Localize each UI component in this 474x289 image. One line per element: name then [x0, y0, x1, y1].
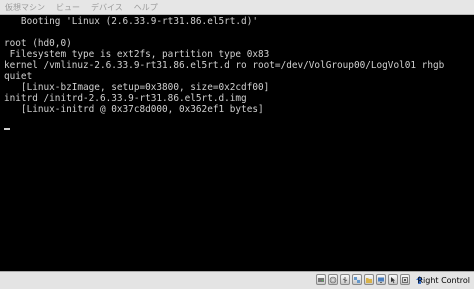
network-icon[interactable]: [352, 274, 362, 285]
console-line: root (hd0,0): [4, 38, 72, 49]
virtualization-icon: [400, 274, 410, 285]
console-line: Booting 'Linux (2.6.33.9-rt31.86.el5rt.d…: [4, 16, 258, 27]
console-line: Filesystem type is ext2fs, partition typ…: [4, 49, 270, 60]
hard-disk-icon[interactable]: [316, 274, 326, 285]
menu-view[interactable]: ビュー: [51, 0, 86, 15]
status-bar: Right Control: [0, 271, 474, 289]
mouse-integration-icon[interactable]: [388, 274, 398, 285]
vm-console-screen[interactable]: Booting 'Linux (2.6.33.9-rt31.86.el5rt.d…: [0, 15, 474, 271]
console-line: quiet: [4, 71, 33, 82]
console-line: initrd /initrd-2.6.33.9-rt31.86.el5rt.d.…: [4, 93, 247, 104]
console-line: [Linux-initrd @ 0x37c8d000, 0x362ef1 byt…: [4, 104, 264, 115]
console-line: [Linux-bzImage, setup=0x3800, size=0x2cd…: [4, 82, 270, 93]
menu-help[interactable]: ヘルプ: [129, 0, 164, 15]
shared-folder-icon[interactable]: [364, 274, 374, 285]
display-icon[interactable]: [376, 274, 386, 285]
status-icons: [316, 274, 410, 285]
menu-bar: 仮想マシン ビュー デバイス ヘルプ: [0, 0, 474, 15]
cd-icon[interactable]: [328, 274, 338, 285]
menu-machine[interactable]: 仮想マシン: [0, 0, 51, 15]
text-cursor: [4, 128, 10, 130]
usb-icon[interactable]: [340, 274, 350, 285]
host-key-label: Right Control: [417, 276, 470, 285]
menu-devices[interactable]: デバイス: [86, 0, 129, 15]
console-line: kernel /vmlinuz-2.6.33.9-rt31.86.el5rt.d…: [4, 60, 445, 71]
